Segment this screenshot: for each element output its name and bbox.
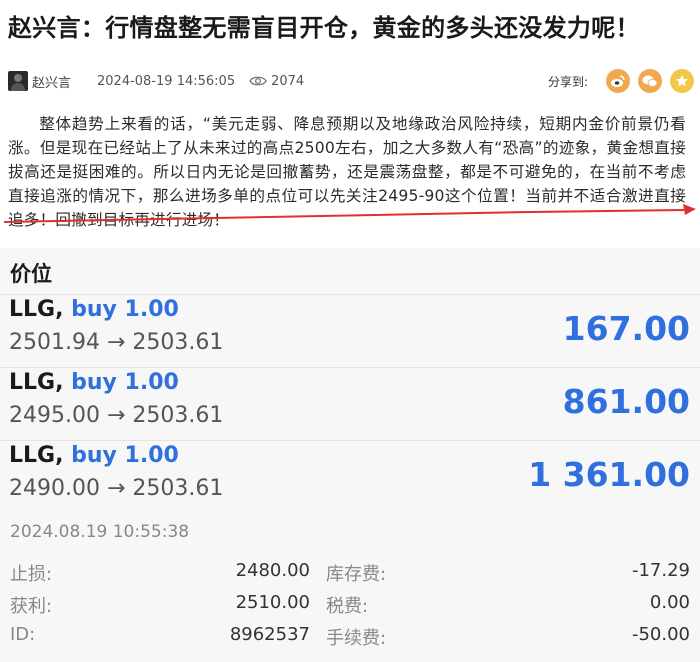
detail-row: 获利: 2510.00 税费: 0.00 [0, 592, 700, 622]
share-bar: 分享到: [548, 69, 694, 93]
trade-prices: 2495.00 → 2503.61 [9, 403, 224, 428]
publish-date: 2024-08-19 14:56:05 [97, 73, 236, 89]
take-profit-value: 2510.00 [235, 592, 310, 613]
article-title: 赵兴言：行情盘整无需盲目开仓，黄金的多头还没发力呢！ [8, 14, 640, 42]
tax-label: 税费: [326, 596, 369, 617]
trade-profit: 167.00 [562, 309, 690, 348]
trade-side: buy 1.00 [71, 370, 179, 395]
view-count-value: 2074 [271, 73, 305, 89]
share-label: 分享到: [547, 74, 588, 89]
trade-profit: 1 361.00 [528, 455, 690, 494]
trade-panel: 价位 LLG, buy 1.00 2501.94 → 2503.61 167.0… [0, 248, 700, 662]
take-profit-label: 获利: [10, 596, 53, 617]
trade-side: buy 1.00 [71, 443, 179, 468]
id-value: 8962537 [229, 624, 310, 645]
tax-value: 0.00 [649, 592, 690, 613]
stop-loss-label: 止损: [10, 564, 53, 585]
trade-symbol: LLG, [9, 443, 64, 468]
trade-prices: 2501.94 → 2503.61 [9, 330, 224, 355]
view-count: 2074 [249, 74, 304, 89]
trade-symbol-line: LLG, buy 1.00 [9, 443, 179, 468]
detail-row: 止损: 2480.00 库存费: -17.29 [0, 560, 700, 590]
trade-side: buy 1.00 [71, 297, 179, 322]
star-icon[interactable] [670, 69, 694, 93]
trade-profit: 861.00 [562, 382, 690, 421]
trade-symbol: LLG, [9, 297, 64, 322]
id-label: ID: [10, 624, 36, 645]
trade-timestamp: 2024.08.19 10:55:38 [10, 522, 190, 542]
detail-row: ID: 8962537 手续费: -50.00 [0, 624, 700, 654]
trade-row[interactable]: LLG, buy 1.00 2501.94 → 2503.61 167.00 [0, 294, 700, 367]
author-avatar[interactable] [8, 71, 28, 91]
trade-row[interactable]: LLG, buy 1.00 2495.00 → 2503.61 861.00 [0, 367, 700, 440]
trade-symbol: LLG, [9, 370, 64, 395]
wechat-icon[interactable] [638, 69, 662, 93]
trade-symbol-line: LLG, buy 1.00 [9, 297, 179, 322]
eye-icon [249, 76, 267, 86]
swap-value: -17.29 [631, 560, 690, 581]
article-meta: 赵兴言 2024-08-19 14:56:05 2074 分享到: [8, 68, 694, 94]
weibo-icon[interactable] [606, 69, 630, 93]
section-heading: 价位 [10, 262, 52, 286]
annotation-arrow [3, 204, 696, 223]
commission-label: 手续费: [326, 628, 387, 649]
trade-prices: 2490.00 → 2503.61 [9, 476, 224, 501]
author-name[interactable]: 赵兴言 [32, 72, 71, 91]
commission-value: -50.00 [631, 624, 690, 645]
swap-label: 库存费: [326, 564, 387, 585]
trade-row[interactable]: LLG, buy 1.00 2490.00 → 2503.61 1 361.00 [0, 440, 700, 513]
stop-loss-value: 2480.00 [235, 560, 310, 581]
trade-symbol-line: LLG, buy 1.00 [9, 370, 179, 395]
